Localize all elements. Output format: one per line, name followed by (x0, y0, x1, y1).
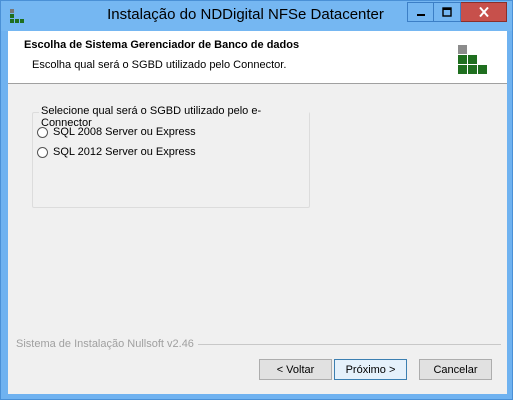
radio-button[interactable] (37, 146, 48, 158)
cancel-button[interactable]: Cancelar (419, 359, 492, 380)
branding-text: Sistema de Instalação Nullsoft v2.46 (16, 338, 194, 350)
back-button[interactable]: < Voltar (259, 359, 332, 380)
maximize-button[interactable] (434, 2, 461, 22)
installer-window: Instalação do NDDigital NFSe Datacenter … (0, 0, 513, 400)
wizard-header: Escolha de Sistema Gerenciador de Banco … (8, 31, 507, 84)
client-area: Escolha de Sistema Gerenciador de Banco … (8, 31, 507, 394)
footer-divider (198, 344, 501, 345)
maximize-icon (442, 7, 452, 17)
option-sql2008[interactable]: SQL 2008 Server ou Express (37, 126, 196, 138)
close-icon (478, 7, 489, 17)
option-label: SQL 2008 Server ou Express (53, 126, 196, 138)
close-button[interactable] (461, 2, 507, 22)
page-subtitle: Escolha qual será o SGBD utilizado pelo … (32, 59, 287, 71)
nddigital-logo-icon (458, 45, 494, 77)
option-label: SQL 2012 Server ou Express (53, 146, 196, 158)
next-button[interactable]: Próximo > (334, 359, 407, 380)
minimize-icon (416, 14, 425, 16)
minimize-button[interactable] (407, 2, 434, 22)
sgbd-group: Selecione qual será o SGBD utilizado pel… (32, 105, 310, 208)
title-bar[interactable]: Instalação do NDDigital NFSe Datacenter (1, 1, 512, 31)
page-title: Escolha de Sistema Gerenciador de Banco … (24, 39, 300, 51)
radio-button[interactable] (37, 126, 48, 138)
option-sql2012[interactable]: SQL 2012 Server ou Express (37, 146, 196, 158)
